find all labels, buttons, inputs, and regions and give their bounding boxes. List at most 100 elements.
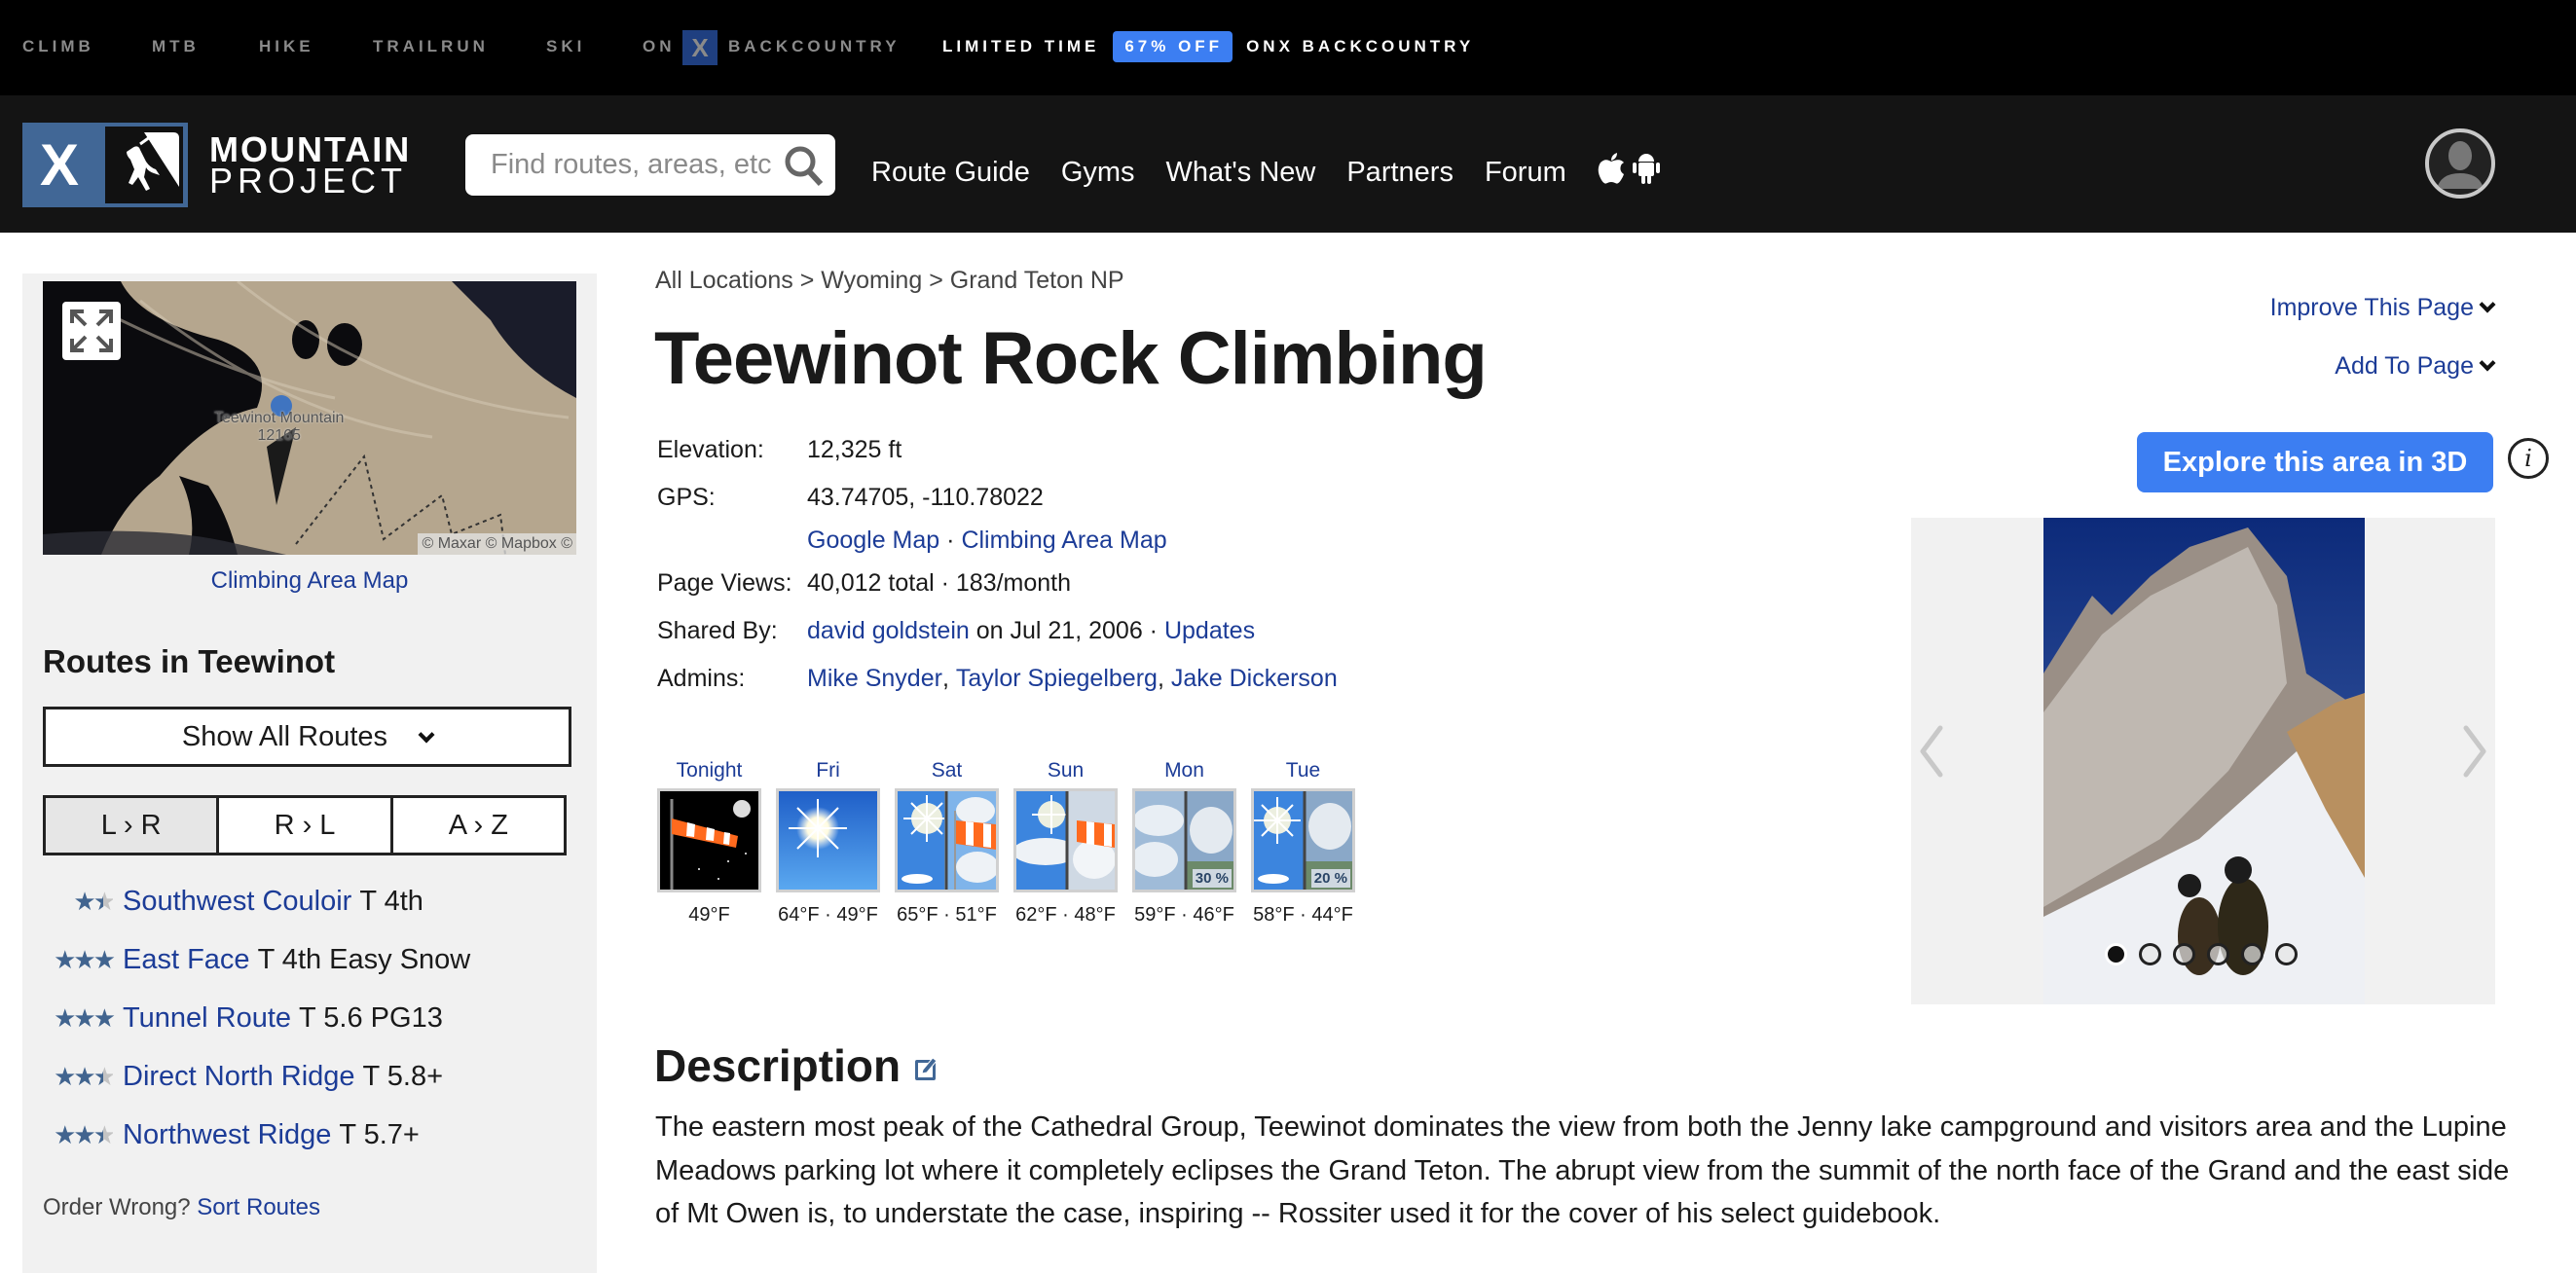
- topbar-link-mtb[interactable]: MTB: [152, 37, 200, 56]
- nav-route-guide[interactable]: Route Guide: [871, 157, 1030, 189]
- climbing-area-map-link-main[interactable]: Climbing Area Map: [961, 527, 1166, 569]
- topbar-link-ski[interactable]: SKI: [546, 37, 585, 56]
- description-text: The eastern most peak of the Cathedral G…: [655, 1111, 2510, 1229]
- weather-day[interactable]: Sat 65°F · 51°F: [895, 759, 999, 927]
- detail-elevation: Elevation: 12,325 ft: [657, 436, 1338, 484]
- expand-icon: [70, 309, 113, 352]
- route-link[interactable]: Southwest Couloir: [123, 886, 351, 918]
- area-map[interactable]: Teewinot Mountain 12165 © Maxar © Mapbox …: [43, 281, 576, 555]
- topbar-link-climb[interactable]: CLIMB: [22, 37, 94, 56]
- breadcrumb-grand-teton[interactable]: Grand Teton NP: [950, 267, 1124, 294]
- weather-temp: 58°F · 44°F: [1253, 904, 1353, 926]
- chevron-left-icon: [1920, 725, 1943, 778]
- admin-link[interactable]: Taylor Spiegelberg: [956, 665, 1158, 712]
- gallery-prev-button[interactable]: [1917, 722, 1946, 781]
- show-all-routes-dropdown[interactable]: Show All Routes: [43, 707, 571, 767]
- gallery-dot[interactable]: [2105, 943, 2127, 965]
- improve-page-dropdown[interactable]: Improve This Page: [2269, 294, 2496, 322]
- sunny-storm-icon: 20 %: [1251, 788, 1355, 892]
- sort-tab-right-to-left[interactable]: R › L: [216, 798, 390, 853]
- weather-day-label: Tue: [1285, 759, 1321, 782]
- chevron-down-icon: [2479, 296, 2496, 313]
- android-icon[interactable]: [1632, 152, 1660, 193]
- info-icon[interactable]: i: [2508, 438, 2549, 479]
- admin-link[interactable]: Jake Dickerson: [1171, 665, 1338, 712]
- star-full-icon: ★: [54, 1002, 76, 1033]
- site-wordmark: MOUNTAIN PROJECT: [209, 132, 411, 199]
- breadcrumb-separator: >: [799, 267, 815, 294]
- promo-banner[interactable]: LIMITED TIME 67% OFF ONX BACKCOUNTRY: [942, 31, 1474, 62]
- onx-logo-icon: X: [682, 30, 718, 65]
- user-avatar[interactable]: [2425, 128, 2495, 199]
- shared-by-user-link[interactable]: david goldstein: [807, 617, 970, 665]
- weather-day[interactable]: Mon 30 % 59°F · 46°F: [1132, 759, 1236, 927]
- nav-partners[interactable]: Partners: [1346, 157, 1454, 189]
- elevation-value: 12,325 ft: [807, 436, 902, 463]
- star-full-icon: ★: [73, 1061, 95, 1091]
- sort-tab-left-to-right[interactable]: L › R: [46, 798, 217, 853]
- add-to-page-dropdown[interactable]: Add To Page: [2335, 352, 2496, 381]
- night-windsock-icon: [657, 788, 761, 892]
- gallery-dot[interactable]: [2275, 943, 2298, 965]
- nav-gyms[interactable]: Gyms: [1061, 157, 1135, 189]
- route-link[interactable]: Direct North Ridge: [123, 1061, 355, 1093]
- onx-backcountry-link[interactable]: BACKCOUNTRY: [728, 37, 901, 56]
- explore-3d-button[interactable]: Explore this area in 3D: [2137, 432, 2493, 492]
- order-wrong-label: Order Wrong?: [43, 1194, 191, 1220]
- topbar-link-trailrun[interactable]: TRAILRUN: [373, 37, 489, 56]
- gallery-dots: [2105, 943, 2298, 965]
- cloudy-storm-icon: 30 %: [1132, 788, 1236, 892]
- nav-whats-new[interactable]: What's New: [1166, 157, 1316, 189]
- google-map-link[interactable]: Google Map: [807, 527, 939, 569]
- weather-day[interactable]: Sun 62°F · 48°F: [1013, 759, 1118, 927]
- search-icon[interactable]: [783, 144, 826, 187]
- left-sidebar: Teewinot Mountain 12165 © Maxar © Mapbox …: [22, 273, 597, 1273]
- breadcrumb-all-locations[interactable]: All Locations: [655, 267, 793, 294]
- sort-tab-alphabetical[interactable]: A › Z: [389, 798, 564, 853]
- route-link[interactable]: Tunnel Route: [123, 1002, 291, 1035]
- detail-label: Page Views:: [657, 569, 792, 597]
- weather-day[interactable]: Tue 20 % 58°F · 44°F: [1251, 759, 1355, 927]
- detail-label: Admins:: [657, 665, 746, 692]
- breadcrumb: All Locations > Wyoming > Grand Teton NP: [655, 267, 1124, 295]
- shared-date: on Jul 21, 2006 ·: [975, 617, 1158, 644]
- map-peak-name: Teewinot Mountain: [214, 410, 345, 426]
- sort-routes-link[interactable]: Sort Routes: [197, 1194, 320, 1220]
- expand-map-button[interactable]: [62, 302, 121, 360]
- gallery-dot[interactable]: [2207, 943, 2229, 965]
- promo-badge: 67% OFF: [1113, 31, 1233, 62]
- star-full-icon: ★: [73, 886, 95, 916]
- climbing-area-map-link[interactable]: Climbing Area Map: [22, 567, 597, 595]
- apple-icon[interactable]: [1598, 152, 1625, 193]
- detail-map-links: Google Map · Climbing Area Map: [657, 527, 1338, 569]
- route-link[interactable]: Northwest Ridge: [123, 1119, 331, 1151]
- weather-day[interactable]: Tonight 49°F: [657, 759, 761, 927]
- improve-label: Improve This Page: [2269, 294, 2474, 321]
- onx-prefix: ON: [643, 37, 676, 55]
- route-list: ★ ★ Southwest Couloir T 4th ★ ★ ★ East Face T 4…: [43, 872, 470, 1164]
- gallery-next-button[interactable]: [2460, 722, 2489, 781]
- area-photo[interactable]: [2043, 518, 2365, 1004]
- edit-icon[interactable]: [914, 1039, 939, 1092]
- admin-link[interactable]: Mike Snyder: [807, 665, 942, 712]
- chevron-down-icon: [2479, 354, 2496, 372]
- route-link[interactable]: East Face: [123, 944, 250, 976]
- star-rating: ★ ★ ★: [43, 1002, 116, 1034]
- star-full-icon: ★: [92, 1002, 116, 1033]
- detail-page-views: Page Views: 40,012 total · 183/month: [657, 569, 1338, 617]
- nav-forum[interactable]: Forum: [1485, 157, 1566, 189]
- updates-link[interactable]: Updates: [1164, 617, 1255, 665]
- search-input[interactable]: [491, 144, 773, 185]
- gallery-dot[interactable]: [2173, 943, 2195, 965]
- breadcrumb-wyoming[interactable]: Wyoming: [821, 267, 922, 294]
- route-grade: T 4th: [359, 885, 423, 917]
- topbar-link-hike[interactable]: HIKE: [259, 37, 314, 56]
- map-peak-label: Teewinot Mountain 12165: [214, 410, 344, 445]
- gallery-dot[interactable]: [2241, 943, 2263, 965]
- site-logo[interactable]: X: [22, 123, 188, 207]
- gallery-dot[interactable]: [2139, 943, 2161, 965]
- map-attribution[interactable]: © Maxar © Mapbox ©: [418, 533, 576, 555]
- weather-day[interactable]: Fri 64°F · 49°F: [776, 759, 880, 927]
- precip-chance: 30 %: [1192, 869, 1232, 888]
